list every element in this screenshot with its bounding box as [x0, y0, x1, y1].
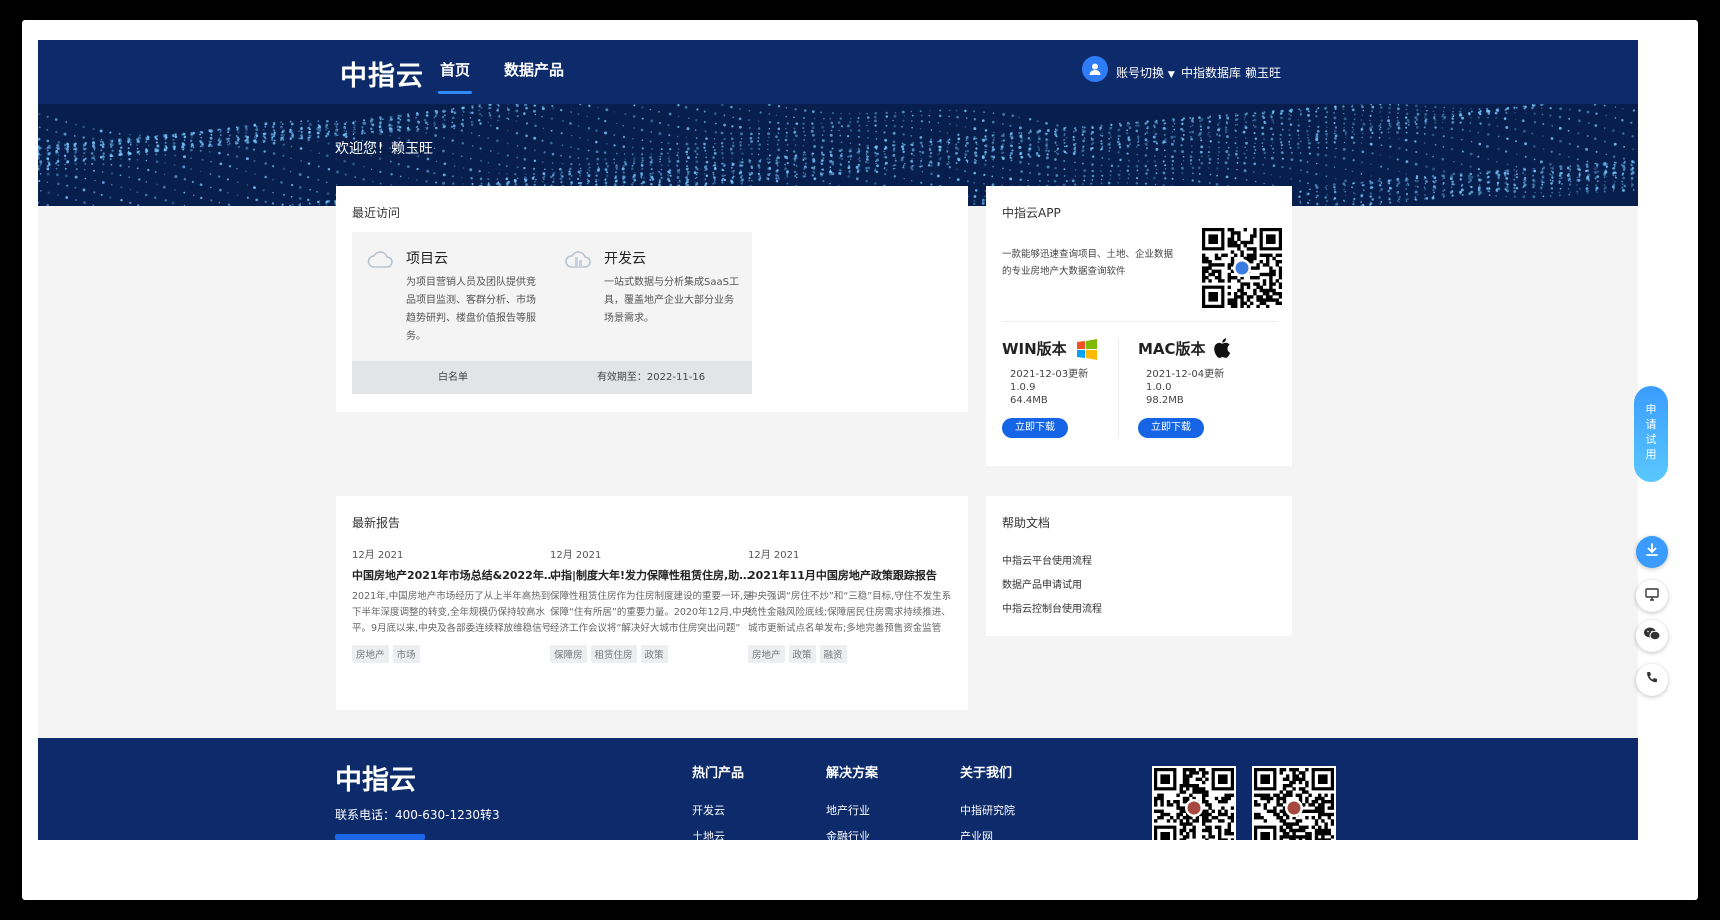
windows-icon [1076, 338, 1098, 364]
win-file-size: 64.4MB [1010, 395, 1048, 406]
report-tag[interactable]: 政策 [788, 645, 816, 663]
product-card-project-cloud[interactable]: 项目云 为项目营销人员及团队提供竞品项目监测、客群分析、市场趋势研判、楼盘价值报… [352, 232, 554, 394]
help-docs-title: 帮助文档 [1002, 516, 1051, 530]
footer-link[interactable]: 中指研究院 [960, 802, 1015, 818]
report-tag[interactable]: 融资 [819, 645, 847, 663]
monitor-icon [1644, 586, 1660, 606]
footer-link[interactable]: 地产行业 [826, 802, 870, 818]
footer-link[interactable]: 金融行业 [826, 828, 870, 840]
help-docs-panel: 帮助文档 中指云平台使用流程 数据产品申请试用 中指云控制台使用流程 [986, 496, 1292, 636]
footer-link[interactable]: 开发云 [692, 802, 725, 818]
mac-version-title: MAC版本 [1138, 340, 1206, 358]
report-summary: 2021年,中国房地产市场经历了从上半年高热到下半年深度调整的转变,全年规模仍保… [352, 591, 552, 634]
report-title[interactable]: 中指|制度大年!发力保障性租赁住房,助力住有所居 [550, 567, 755, 583]
win-download-button[interactable]: 立即下载 [1002, 418, 1068, 438]
app-qr-code [1202, 228, 1283, 309]
app-download-panel: 中指云APP 一款能够迅速查询项目、土地、企业数据的专业房地产大数据查询软件 W… [986, 186, 1292, 466]
qr-code-graphic [1202, 228, 1283, 309]
report-tag[interactable]: 政策 [640, 645, 668, 663]
report-summary: 保障性租赁住房作为住房制度建设的重要一环,是保障“住有所居”的重要力量。2020… [550, 591, 753, 634]
footer-heading-about: 关于我们 [960, 766, 1013, 781]
wechat-side-button[interactable] [1636, 620, 1668, 652]
card-name: 开发云 [604, 251, 646, 267]
report-tag[interactable]: 市场 [392, 645, 420, 663]
footer-heading-products: 热门产品 [692, 766, 745, 781]
report-date: 12月 2021 [748, 550, 800, 561]
site-logo[interactable]: 中指云 [340, 54, 424, 93]
report-item[interactable]: 12月 2021 中指|制度大年!发力保障性租赁住房,助力住有所居 保障性租赁住… [550, 546, 755, 663]
account-switch-dropdown[interactable]: 账号切换 ▼ [1116, 64, 1175, 81]
qr-code-graphic [1254, 768, 1335, 840]
download-side-button[interactable] [1636, 536, 1668, 568]
footer-link[interactable]: 土地云 [692, 828, 725, 840]
report-date: 12月 2021 [550, 550, 602, 561]
footer-phone: 联系电话：400-630-1230转3 [335, 808, 500, 822]
web-page: 中指云 首页 数据产品 账号切换 ▼ 中指数据库 赖玉旺 欢迎您！赖玉旺 最近访… [38, 40, 1638, 840]
app-panel-title: 中指云APP [1002, 206, 1061, 220]
mac-file-size: 98.2MB [1146, 395, 1184, 406]
card-footer: 有效期至：2022-11-16 [550, 361, 752, 394]
footer-heading-solutions: 解决方案 [826, 766, 879, 781]
cloud-icon [366, 248, 394, 276]
win-version-number: 1.0.9 [1010, 382, 1036, 393]
recent-visits-panel: 最近访问 项目云 为项目营销人员及团队提供竞品项目监测、客群分析、市场趋势研判、… [336, 186, 968, 412]
building-cloud-icon [564, 248, 592, 276]
win-update-date: 2021-12-03更新 [1010, 369, 1089, 380]
card-footer: 白名单 [352, 361, 554, 394]
card-description: 为项目营销人员及团队提供竞品项目监测、客群分析、市场趋势研判、楼盘价值报告等服务… [406, 277, 536, 342]
card-description: 一站式数据与分析集成SaaS工具，覆盖地产企业大部分业务场景需求。 [604, 277, 739, 324]
user-avatar-icon[interactable] [1082, 56, 1108, 82]
report-date: 12月 2021 [352, 550, 404, 561]
caret-down-icon: ▼ [1167, 70, 1175, 80]
database-link[interactable]: 中指数据库 [1181, 64, 1241, 81]
report-tag[interactable]: 租赁住房 [590, 645, 637, 663]
report-item[interactable]: 12月 2021 中国房地产2021年市场总结&2022年趋势展望 2021年,… [352, 546, 557, 663]
report-summary: 中央强调“房住不炒”和“三稳”目标,守住不发生系统性金融风险底线;保障居民住房需… [748, 591, 952, 634]
footer-logo: 中指云 [335, 765, 416, 796]
help-link[interactable]: 数据产品申请试用 [1002, 576, 1082, 591]
win-version-title: WIN版本 [1002, 340, 1067, 358]
apply-trial-button[interactable]: 申请试用 [1634, 386, 1668, 482]
report-tag[interactable]: 房地产 [748, 645, 785, 663]
apply-trial-label: 申请试用 [1645, 403, 1657, 461]
recent-visits-title: 最近访问 [352, 206, 401, 220]
username-link[interactable]: 赖玉旺 [1245, 64, 1281, 81]
top-header: 中指云 首页 数据产品 账号切换 ▼ 中指数据库 赖玉旺 [38, 40, 1638, 104]
latest-reports-title: 最新报告 [352, 516, 401, 530]
mac-download-button[interactable]: 立即下载 [1138, 418, 1204, 438]
footer-qr-code [1252, 766, 1336, 840]
phone-side-button[interactable] [1636, 664, 1668, 696]
nav-data-products[interactable]: 数据产品 [504, 59, 564, 80]
mac-version-number: 1.0.0 [1146, 382, 1172, 393]
nav-home[interactable]: 首页 [437, 59, 473, 94]
help-link[interactable]: 中指云平台使用流程 [1002, 552, 1092, 567]
footer-accent-bar [335, 834, 425, 840]
latest-reports-panel: 最新报告 12月 2021 中国房地产2021年市场总结&2022年趋势展望 2… [336, 496, 968, 710]
divider [1118, 338, 1119, 438]
apple-icon [1212, 337, 1232, 363]
wechat-icon [1643, 626, 1661, 646]
card-name: 项目云 [406, 251, 448, 267]
mac-update-date: 2021-12-04更新 [1146, 369, 1225, 380]
help-link[interactable]: 中指云控制台使用流程 [1002, 600, 1102, 615]
footer-qr-code [1152, 766, 1236, 840]
phone-icon [1644, 670, 1660, 690]
app-description: 一款能够迅速查询项目、土地、企业数据的专业房地产大数据查询软件 [1002, 249, 1174, 277]
report-item[interactable]: 12月 2021 2021年11月中国房地产政策跟踪报告 中央强调“房住不炒”和… [748, 546, 953, 663]
welcome-text: 欢迎您！赖玉旺 [335, 141, 433, 157]
report-tag[interactable]: 保障房 [550, 645, 587, 663]
divider [1002, 321, 1278, 322]
download-icon [1644, 542, 1660, 562]
report-title[interactable]: 中国房地产2021年市场总结&2022年趋势展望 [352, 567, 557, 583]
desktop-side-button[interactable] [1636, 580, 1668, 612]
account-switch-label: 账号切换 [1116, 66, 1165, 80]
product-card-dev-cloud[interactable]: 开发云 一站式数据与分析集成SaaS工具，覆盖地产企业大部分业务场景需求。 有效… [550, 232, 752, 394]
report-tag[interactable]: 房地产 [352, 645, 389, 663]
qr-code-graphic [1154, 768, 1235, 840]
footer-link[interactable]: 产业网 [960, 828, 993, 840]
site-footer: 中指云 联系电话：400-630-1230转3 热门产品 开发云 土地云 解决方… [38, 738, 1638, 840]
report-title[interactable]: 2021年11月中国房地产政策跟踪报告 [748, 567, 953, 583]
